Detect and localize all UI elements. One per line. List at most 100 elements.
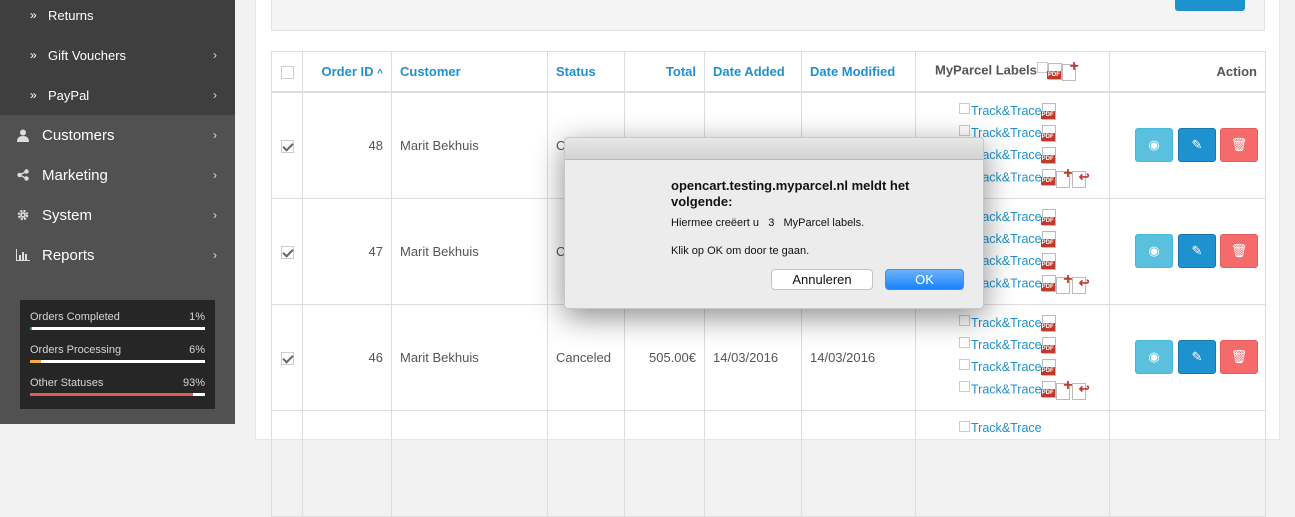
- label-checkbox[interactable]: [959, 336, 970, 348]
- label-checkbox[interactable]: [959, 380, 970, 392]
- track-trace-item[interactable]: Track&Trace: [959, 314, 1056, 332]
- return-label-icon[interactable]: [1071, 381, 1090, 400]
- sort-ascending-icon: ^: [377, 67, 383, 79]
- stat-value: 1%: [189, 311, 205, 323]
- track-trace-item[interactable]: Track&Trace: [959, 377, 1090, 400]
- label-checkbox[interactable]: [959, 314, 970, 326]
- edit-button[interactable]: ✎: [1178, 339, 1216, 374]
- confirm-dialog: opencart.testing.myparcel.nl meldt het v…: [564, 137, 984, 309]
- label-checkbox[interactable]: [959, 420, 970, 432]
- track-trace-link[interactable]: Track&Trace: [971, 382, 1042, 396]
- status-cell: Canceled: [547, 303, 625, 411]
- sidebar-item-customers[interactable]: Customers ›: [0, 115, 235, 155]
- sidebar-item-label: Reports: [42, 246, 95, 264]
- delete-button[interactable]: 🗑: [1220, 233, 1258, 268]
- table-header-row: Order ID ^ Customer Status Total Date Ad…: [271, 51, 1266, 93]
- delete-button[interactable]: 🗑: [1220, 339, 1258, 374]
- pdf-icon[interactable]: [1046, 62, 1062, 80]
- pdf-icon[interactable]: [1040, 230, 1056, 248]
- label-checkbox[interactable]: [959, 102, 970, 114]
- sidebar-subitem-gift-vouchers[interactable]: » Gift Vouchers ›: [0, 35, 235, 75]
- order-id-cell: 47: [302, 197, 392, 305]
- pdf-icon[interactable]: [1040, 358, 1056, 376]
- chevron-right-icon: ›: [213, 168, 217, 182]
- pdf-icon[interactable]: [1040, 381, 1056, 398]
- action-cell: ◉ ✎ 🗑: [1109, 303, 1266, 411]
- pdf-icon[interactable]: [1040, 146, 1056, 164]
- track-trace-link[interactable]: Track&Trace: [971, 421, 1042, 435]
- pdf-icon[interactable]: [1040, 208, 1056, 226]
- ok-button[interactable]: OK: [885, 269, 964, 290]
- header-total[interactable]: Total: [624, 51, 705, 93]
- pdf-icon[interactable]: [1040, 275, 1056, 292]
- labels-cell: Track&Trace Track&Trace Track&Trace Track&T…: [915, 303, 1110, 411]
- select-all-checkbox[interactable]: [280, 65, 294, 79]
- sidebar-subitem-returns[interactable]: » Returns: [0, 0, 235, 35]
- sidebar-subitem-label: Returns: [48, 7, 94, 23]
- stat-value: 93%: [182, 377, 205, 389]
- return-label-icon[interactable]: [1071, 275, 1090, 294]
- filter-button[interactable]: [1175, 0, 1245, 11]
- date-modified-cell: 14/03/2016: [801, 303, 916, 411]
- return-label-icon[interactable]: [1071, 169, 1090, 188]
- track-trace-link[interactable]: Track&Trace: [971, 359, 1042, 373]
- pdf-icon[interactable]: [1040, 252, 1056, 270]
- pdf-icon[interactable]: [1040, 336, 1056, 354]
- pdf-add-icon[interactable]: [1055, 271, 1073, 294]
- pdf-icon[interactable]: [1040, 102, 1056, 120]
- share-icon: [16, 169, 30, 181]
- row-select-cell: [271, 303, 303, 411]
- row-select-cell: [271, 409, 303, 517]
- progress-fill: [30, 393, 193, 396]
- header-order-id[interactable]: Order ID ^: [302, 51, 392, 93]
- order-id-cell: 46: [302, 303, 392, 411]
- track-trace-link[interactable]: Track&Trace: [971, 315, 1042, 329]
- sidebar-subitem-paypal[interactable]: » PayPal ›: [0, 75, 235, 115]
- dialog-titlebar: [565, 138, 983, 160]
- row-checkbox[interactable]: [280, 245, 294, 259]
- order-id-cell: 48: [302, 91, 392, 199]
- label-checkbox[interactable]: [959, 358, 970, 370]
- sidebar-item-system[interactable]: System ›: [0, 195, 235, 235]
- track-trace-item[interactable]: Track&Trace: [959, 358, 1056, 376]
- trash-icon: 🗑: [1230, 348, 1248, 364]
- view-button[interactable]: ◉: [1135, 233, 1173, 268]
- pdf-icon[interactable]: [1040, 314, 1056, 332]
- cancel-button[interactable]: Annuleren: [771, 269, 873, 290]
- action-cell: ◉ ✎ 🗑: [1109, 91, 1266, 199]
- track-trace-link[interactable]: Track&Trace: [971, 103, 1042, 117]
- row-checkbox[interactable]: [280, 139, 294, 153]
- view-button[interactable]: ◉: [1135, 127, 1173, 162]
- pdf-icon[interactable]: [1040, 169, 1056, 186]
- stat-orders-completed: Orders Completed 1%: [30, 311, 205, 330]
- header-date-added[interactable]: Date Added: [704, 51, 802, 93]
- track-trace-item[interactable]: Track&Trace: [959, 336, 1056, 354]
- stat-label: Orders Processing: [30, 344, 122, 356]
- pdf-add-icon[interactable]: [1055, 377, 1073, 400]
- pdf-icon[interactable]: [1040, 124, 1056, 142]
- sidebar-subitem-label: Gift Vouchers: [48, 47, 127, 63]
- edit-button[interactable]: ✎: [1178, 233, 1216, 268]
- stat-orders-processing: Orders Processing 6%: [30, 344, 205, 363]
- sidebar-item-reports[interactable]: Reports ›: [0, 235, 235, 275]
- row-checkbox[interactable]: [280, 351, 294, 365]
- edit-button[interactable]: ✎: [1178, 127, 1216, 162]
- header-date-modified[interactable]: Date Modified: [801, 51, 916, 93]
- user-icon: [16, 129, 30, 142]
- track-trace-link[interactable]: Track&Trace: [971, 337, 1042, 351]
- header-status[interactable]: Status: [547, 51, 625, 93]
- stat-label: Other Statuses: [30, 377, 104, 389]
- pdf-add-icon[interactable]: [1061, 58, 1079, 82]
- progress-bar: [30, 393, 205, 396]
- dialog-message: Klik op OK om door te gaan.: [671, 245, 810, 257]
- track-trace-item[interactable]: Track&Trace: [959, 102, 1056, 120]
- view-button[interactable]: ◉: [1135, 339, 1173, 374]
- header-customer[interactable]: Customer: [391, 51, 548, 93]
- delete-button[interactable]: 🗑: [1220, 127, 1258, 162]
- label-checkbox[interactable]: [959, 124, 970, 136]
- pdf-add-icon[interactable]: [1055, 165, 1073, 188]
- header-myparcel-labels: MyParcel Labels: [915, 51, 1110, 93]
- gear-icon: [16, 209, 30, 221]
- track-trace-item[interactable]: Track&Trace: [959, 420, 1042, 435]
- sidebar-item-marketing[interactable]: Marketing ›: [0, 155, 235, 195]
